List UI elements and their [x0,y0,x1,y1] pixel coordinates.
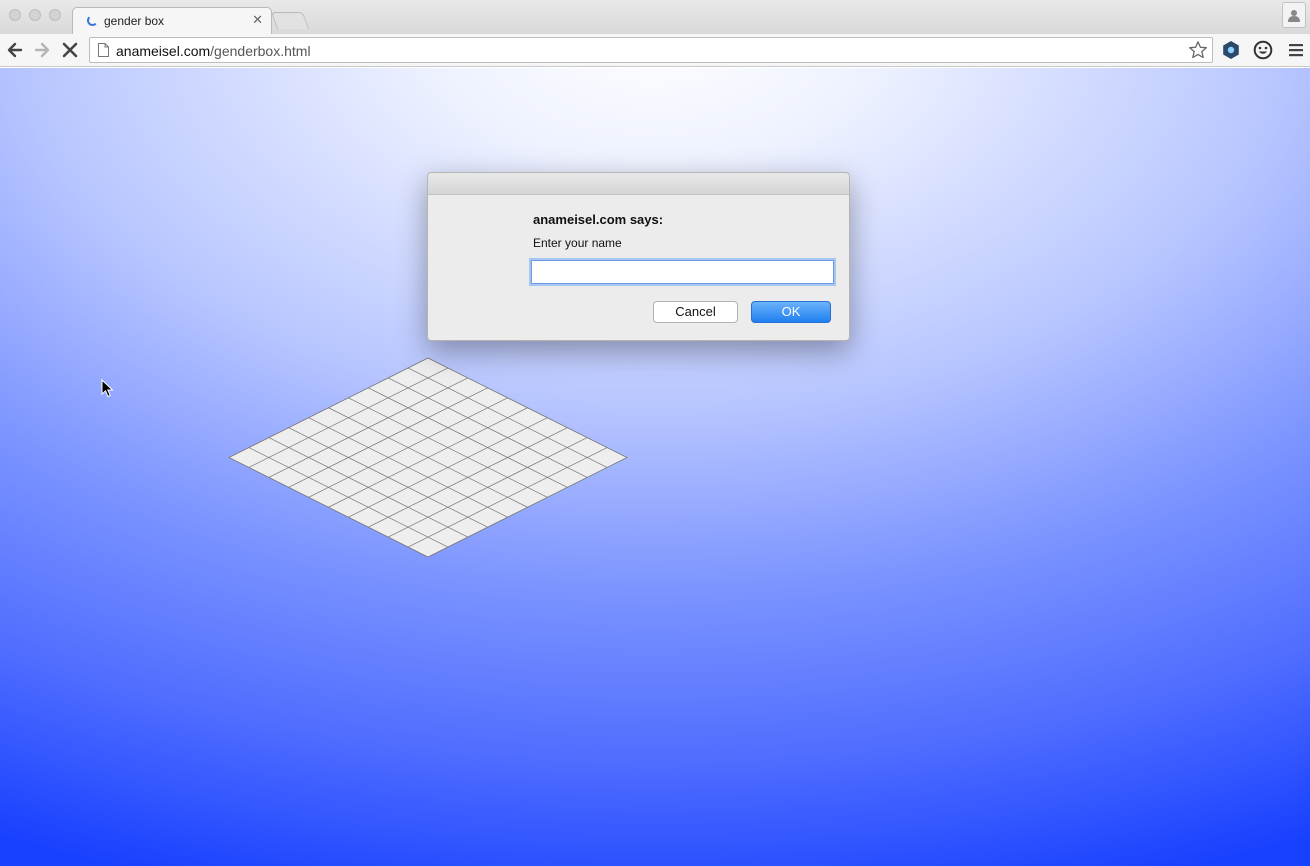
extension-icon[interactable] [1221,40,1241,60]
profile-button[interactable] [1282,2,1306,28]
isometric-floor-tiles [228,357,628,558]
window-minimize-button[interactable] [29,9,41,21]
dialog-heading: anameisel.com says: [533,212,664,227]
browser-toolbar: anameisel.com/genderbox.html [0,34,1310,67]
window-zoom-button[interactable] [49,9,61,21]
forward-icon[interactable] [32,40,52,60]
star-icon[interactable] [1188,40,1208,60]
tab-title: gender box [104,14,165,28]
menu-icon[interactable] [1286,40,1306,60]
profile-icon [1288,10,1300,22]
smiley-icon[interactable] [1253,40,1273,60]
back-icon[interactable] [5,40,25,60]
tab-strip: gender box ✕ [0,0,1310,34]
dialog-message: Enter your name [533,236,622,250]
cancel-button[interactable]: Cancel [653,301,738,323]
url-path: /genderbox.html [210,43,311,59]
tab-gender-box[interactable]: gender box ✕ [72,7,272,34]
page-icon [98,43,109,57]
new-tab-button[interactable] [270,12,310,29]
mouse-cursor-icon [101,379,114,398]
stop-icon[interactable] [60,40,80,60]
prompt-dialog: anameisel.com says: Enter your name Canc… [427,172,850,341]
window-close-button[interactable] [9,9,21,21]
url-text: anameisel.com/genderbox.html [116,43,311,59]
loading-spinner-icon [87,15,98,26]
url-domain: anameisel.com [116,43,211,59]
ok-button[interactable]: OK [751,301,831,323]
address-bar[interactable]: anameisel.com/genderbox.html [89,37,1213,63]
name-input[interactable] [531,260,834,284]
close-icon[interactable]: ✕ [252,12,263,28]
dialog-titlebar [428,173,849,195]
